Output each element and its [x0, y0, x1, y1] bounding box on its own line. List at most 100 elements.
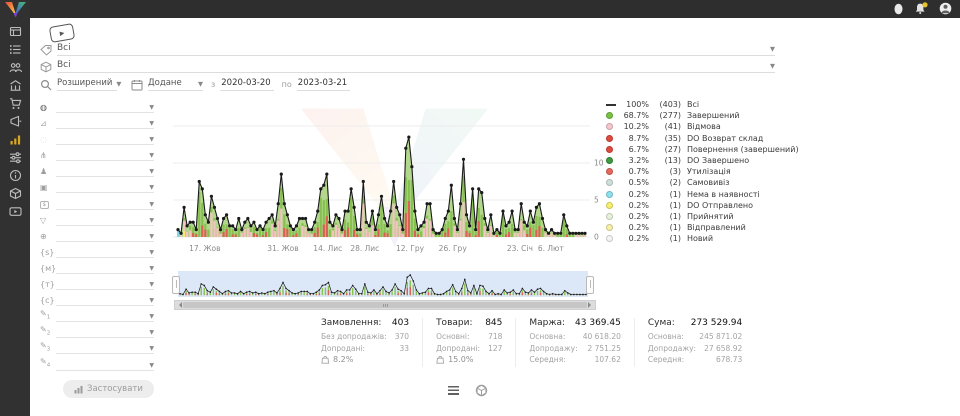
- scrollbar-thumb[interactable]: [183, 302, 587, 308]
- user-presence-icon[interactable]: [893, 2, 904, 15]
- stat-subrow: Допродані:33: [321, 344, 409, 353]
- avatar[interactable]: [939, 2, 952, 15]
- sidebar-item-products[interactable]: [8, 187, 23, 200]
- var-t-select[interactable]: ▼: [56, 281, 154, 290]
- stat-title: Замовлення:: [321, 318, 381, 328]
- chevron-down-icon: ▼: [149, 265, 154, 272]
- sidebar-item-statistics[interactable]: [8, 133, 23, 146]
- scroll-right-icon[interactable]: [588, 302, 594, 308]
- legend-color-swatch: [606, 123, 613, 130]
- product-select[interactable]: Всі ▼: [57, 60, 775, 73]
- var-t-icon: {т}: [40, 280, 56, 290]
- package-select[interactable]: ▼: [56, 184, 154, 193]
- sidebar-item-orders[interactable]: [8, 43, 23, 56]
- money-icon: $: [40, 199, 56, 210]
- filter-row-funnel: ▽▼: [40, 214, 154, 226]
- chevron-down-icon: ▼: [149, 313, 154, 320]
- legend-item[interactable]: 8.7%(35)DO Возврат склад: [606, 133, 799, 144]
- sidebar-item-customers[interactable]: [8, 61, 23, 74]
- var-m-select[interactable]: ▼: [56, 265, 154, 274]
- view-toggles: [448, 384, 488, 397]
- filter-row-var-t: {т}▼: [40, 278, 154, 290]
- source-select[interactable]: ▼: [56, 104, 154, 113]
- legend-item[interactable]: 0.5%(2)Самовивіз: [606, 177, 799, 188]
- custom-2-icon: ✎2: [40, 325, 56, 339]
- sidebar-item-settings[interactable]: [8, 151, 23, 164]
- svg-text:23. Січ: 23. Січ: [507, 244, 533, 253]
- globe-select[interactable]: ▼: [56, 233, 154, 242]
- svg-text:26. Гру: 26. Гру: [439, 244, 468, 253]
- sidebar-item-cart[interactable]: [8, 97, 23, 110]
- filter-row-globe: ⊕▼: [40, 230, 154, 242]
- legend-item[interactable]: 6.7%(27)Повернення (завершений): [606, 144, 799, 155]
- funnel-select[interactable]: ▼: [56, 217, 154, 226]
- notifications-bell-icon[interactable]: [914, 2, 929, 15]
- legend-count: (27): [654, 145, 681, 154]
- video-hint-icon[interactable]: ▶: [49, 23, 75, 43]
- list-view-icon[interactable]: [448, 386, 459, 395]
- filter-sidebar: ◍▼⊿▼◌▼⋔▼♟▼▣▼$▼▽▼⊕▼{s}▼{м}▼{т}▼{с}▼✎1▼✎2▼…: [40, 101, 154, 375]
- chart-navigator[interactable]: [178, 271, 588, 297]
- navigator-left-handle[interactable]: [172, 276, 180, 294]
- package-view-icon[interactable]: [475, 384, 488, 397]
- legend-color-swatch: [606, 224, 613, 231]
- legend-item[interactable]: 10.2%(41)Відмова: [606, 121, 799, 132]
- custom-2-select[interactable]: ▼: [56, 329, 154, 338]
- ruler-select[interactable]: ▼: [56, 120, 154, 129]
- stat-subrow: Допродажу:27 658.92: [648, 344, 742, 353]
- date-from-input[interactable]: 2020-03-20: [220, 78, 273, 91]
- topbar: [0, 0, 960, 18]
- search-mode-value: Розширений: [57, 78, 112, 88]
- chart-scrollbar[interactable]: [174, 300, 596, 310]
- legend-item[interactable]: 0.2%(1)Відправлений: [606, 222, 799, 233]
- search-icon[interactable]: [40, 79, 57, 91]
- apply-button[interactable]: Застосувати: [63, 380, 154, 398]
- chevron-down-icon: ▼: [149, 136, 154, 143]
- sidebar-item-store[interactable]: [8, 79, 23, 92]
- legend-item[interactable]: 0.2%(1)Новий: [606, 233, 799, 244]
- legend-item[interactable]: 3.2%(13)DO Завершено: [606, 155, 799, 166]
- hierarchy-select[interactable]: ▼: [56, 152, 154, 161]
- legend-item[interactable]: 0.2%(1)Прийнятий: [606, 211, 799, 222]
- stat-column: Маржа:43 369.45Основна:40 618.20Допродаж…: [515, 318, 633, 367]
- sidebar-item-dashboard[interactable]: [8, 25, 23, 38]
- sidebar-item-video[interactable]: [8, 205, 23, 218]
- legend-item[interactable]: 100%(403)Всі: [606, 99, 799, 110]
- legend-color-swatch: [606, 168, 613, 175]
- sidebar-item-campaigns[interactable]: [8, 115, 23, 128]
- summary-stats: Замовлення:403Без допродажів:370Допродан…: [308, 318, 755, 367]
- legend-item[interactable]: 68.7%(277)Завершений: [606, 110, 799, 121]
- custom-3-select[interactable]: ▼: [56, 345, 154, 354]
- scroll-left-icon[interactable]: [176, 302, 182, 308]
- orders-chart[interactable]: 051017. Жов31. Жов14. Лис28. Лис12. Гру2…: [162, 93, 612, 258]
- stat-column: Замовлення:403Без допродажів:370Допродан…: [308, 318, 422, 367]
- package-icon: [40, 61, 57, 73]
- group-select[interactable]: Всі ▼: [57, 43, 775, 56]
- filter-row-search: Розширений ▼ Додане ▼ з 2020-03-20 по 20…: [40, 76, 775, 91]
- legend-label: Нема в наявності: [687, 190, 760, 199]
- legend-label: DO Завершено: [687, 156, 749, 165]
- custom-4-icon: ✎4: [40, 357, 56, 371]
- chevron-down-icon: ▼: [149, 329, 154, 336]
- filter-row-person: ♟▼: [40, 165, 154, 177]
- sidebar-item-info[interactable]: [8, 169, 23, 182]
- legend-item[interactable]: 0.2%(1)Нема в наявності: [606, 189, 799, 200]
- person-select[interactable]: ▼: [56, 168, 154, 177]
- navigator-right-handle[interactable]: [586, 276, 594, 294]
- legend-item[interactable]: 0.7%(3)Утилізація: [606, 166, 799, 177]
- date-field-select[interactable]: Додане ▼: [148, 78, 203, 91]
- custom-4-select[interactable]: ▼: [56, 362, 154, 371]
- legend-color-swatch: [606, 157, 613, 164]
- legend-item[interactable]: 0.2%(1)DO Отправлено: [606, 200, 799, 211]
- search-mode-select[interactable]: Розширений ▼: [57, 78, 117, 91]
- custom-1-select[interactable]: ▼: [56, 313, 154, 322]
- main-sidebar: [0, 0, 30, 416]
- legend-color-swatch: [606, 213, 613, 220]
- var-c-select[interactable]: ▼: [56, 297, 154, 306]
- var-s-select[interactable]: ▼: [56, 249, 154, 258]
- money-select[interactable]: ▼: [56, 201, 154, 210]
- chart-legend: 100%(403)Всі68.7%(277)Завершений10.2%(41…: [606, 99, 799, 244]
- date-to-input[interactable]: 2023-03-21: [297, 78, 350, 91]
- disabled-select[interactable]: ▼: [56, 136, 154, 145]
- app-logo[interactable]: [4, 1, 27, 18]
